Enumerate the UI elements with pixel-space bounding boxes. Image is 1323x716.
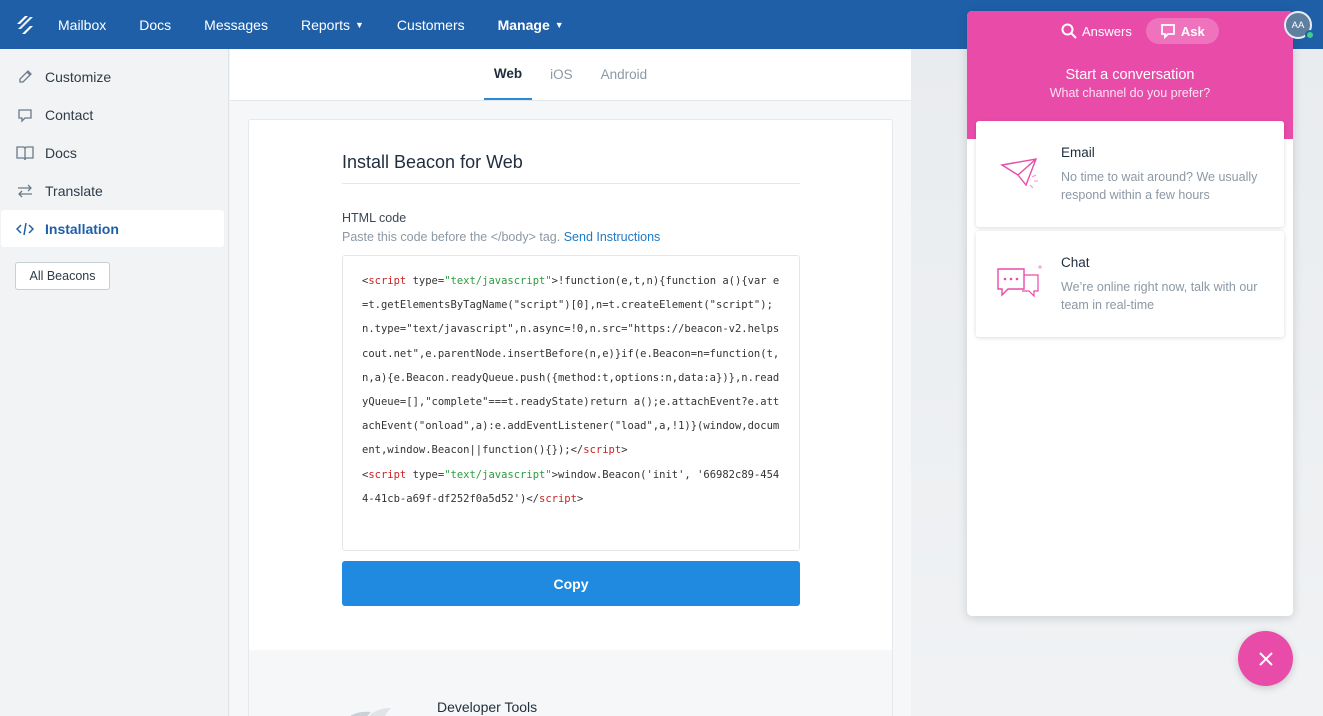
beacon-tabs: Answers Ask [1047,18,1219,44]
nav-messages[interactable]: Messages [204,17,268,33]
copy-button[interactable]: Copy [342,561,800,606]
nav-mailbox-label: Mailbox [58,16,107,33]
tab-ask-label: Ask [1180,23,1205,39]
code-tag: script [539,492,577,505]
all-beacons-button[interactable]: All Beacons [15,262,110,290]
chat-bubbles-icon [996,261,1044,305]
page-title: Install Beacon for Web [342,152,523,172]
developer-tools-section: Developer Tools [249,650,892,716]
sidebar-item-translate[interactable]: Translate [1,172,224,209]
code-gt: > [576,492,584,505]
sidebar-item-label: Installation [45,220,119,237]
sidebar-item-docs[interactable]: Docs [1,134,224,171]
code-label: HTML code [342,211,407,225]
beacon-subtitle: What channel do you prefer? [1049,86,1211,100]
code-gt: > [621,444,628,457]
sidebar-item-label: Docs [45,144,77,161]
sidebar-item-label: Translate [45,182,103,199]
code-attr: type= [406,468,445,481]
tab-answers-label: Answers [1082,23,1132,39]
online-status-dot [1305,30,1315,40]
arrows-icon [16,182,34,200]
tab-ask[interactable]: Ask [1145,18,1219,44]
tab-ios[interactable]: iOS [540,49,583,100]
developer-tools-icon [341,704,399,716]
pencil-icon [16,68,34,86]
divider [342,183,800,184]
code-snippet[interactable]: <script type="text/javascript">!function… [342,255,800,551]
nav-docs-label: Docs [139,16,172,33]
sidebar-item-label: Contact [45,106,94,123]
platform-tabs: Web iOS Android [230,49,911,101]
code-hint-text: Paste this code before the </body> tag. [342,230,561,244]
nav-reports[interactable]: Reports ▼ [301,17,364,33]
beacon-header: Answers Ask Start a conversation What ch… [967,11,1293,139]
code-icon [16,220,34,238]
nav-manage-label: Manage [497,16,550,33]
code-hint: Paste this code before the </body> tag. … [342,230,660,244]
send-instructions-link[interactable]: Send Instructions [564,230,661,244]
tab-answers[interactable]: Answers [1047,18,1146,44]
nav-docs[interactable]: Docs [139,17,171,33]
sidebar-item-installation[interactable]: Installation [1,210,224,247]
sidebar: Customize Contact Docs Translate Install… [0,49,229,716]
nav-mailbox[interactable]: Mailbox [58,17,106,33]
tab-web[interactable]: Web [483,49,533,100]
close-icon [1258,651,1273,666]
chat-option[interactable]: Chat We’re online right now, talk with o… [976,231,1284,337]
chat-option-title: Chat [1061,255,1090,270]
sidebar-item-contact[interactable]: Contact [1,96,224,133]
install-card: Install Beacon for Web HTML code Paste t… [248,119,893,716]
nav-customers-label: Customers [396,16,465,33]
book-icon [16,144,34,162]
chat-bubble-icon [16,106,34,124]
helpscout-logo-icon[interactable] [0,0,50,49]
chevron-down-icon: ▼ [355,19,364,30]
beacon-close-button[interactable] [1238,631,1293,686]
search-icon [1061,23,1077,39]
chat-option-desc: We’re online right now, talk with our te… [1061,280,1258,312]
developer-tools-title: Developer Tools [437,699,538,715]
email-option-desc: No time to wait around? We usually respo… [1061,170,1258,202]
code-body: >!function(e,t,n){function a(){var e=t.g… [362,275,780,457]
main-content: Web iOS Android Install Beacon for Web H… [230,49,911,716]
nav-messages-label: Messages [204,16,268,33]
code-attr: type= [406,275,445,287]
sidebar-item-customize[interactable]: Customize [1,58,224,95]
code-tag: script [583,444,622,457]
paper-plane-icon [996,151,1044,195]
email-option-title: Email [1061,145,1095,160]
beacon-widget: Answers Ask Start a conversation What ch… [967,11,1293,616]
beacon-title: Start a conversation [1065,67,1195,83]
email-option[interactable]: Email No time to wait around? We usually… [976,121,1284,227]
chevron-down-icon: ▼ [554,19,564,30]
code-tag: script [368,275,407,287]
code-string: "text/javascript" [444,468,552,481]
chat-bubble-icon [1160,24,1175,39]
nav-customers[interactable]: Customers [397,17,465,33]
code-string: "text/javascript" [444,275,552,287]
nav-manage[interactable]: Manage ▼ [498,17,564,33]
nav-reports-label: Reports [300,16,350,33]
tab-android[interactable]: Android [591,49,658,100]
sidebar-item-label: Customize [45,68,112,85]
code-tag: script [368,468,407,481]
